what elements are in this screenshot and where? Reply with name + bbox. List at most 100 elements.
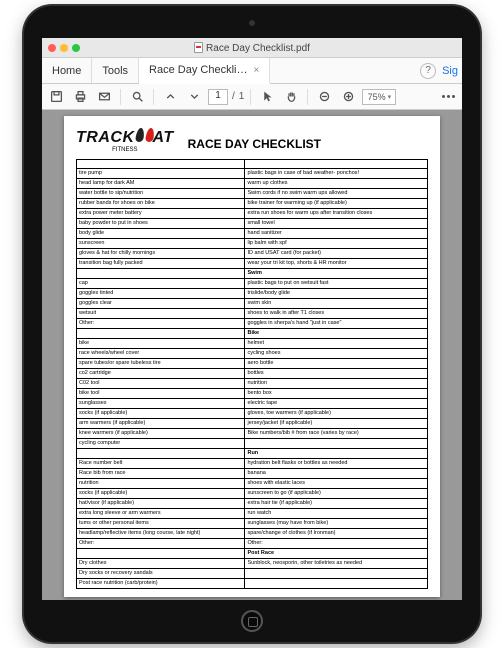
tab-home[interactable]: Home <box>42 58 92 83</box>
checklist-cell-right: extra hair tie (if applicable) <box>245 499 428 509</box>
table-row: goggles clearswim skin <box>77 299 428 309</box>
print-icon <box>74 90 87 103</box>
checklist-cell-right: small towel <box>245 219 428 229</box>
checklist-cell-right: nutrition <box>245 379 428 389</box>
zoom-out-button[interactable] <box>314 87 334 107</box>
checklist-cell-right: aero bottle <box>245 359 428 369</box>
email-button[interactable] <box>94 87 114 107</box>
checklist-cell-right: helmet <box>245 339 428 349</box>
checklist-cell-right: Post Race <box>245 549 428 559</box>
save-button[interactable] <box>46 87 66 107</box>
next-page-button[interactable] <box>184 87 204 107</box>
tablet-camera <box>249 20 255 26</box>
tab-home-label: Home <box>52 65 81 77</box>
checklist-cell-right <box>245 579 428 589</box>
checklist-cell-right <box>245 569 428 579</box>
table-row: Race bib from racebanana <box>77 469 428 479</box>
table-row: arm warmers (if applicable)jersey/jacket… <box>77 419 428 429</box>
table-row: Run <box>77 449 428 459</box>
table-row: Other:goggles in sherpa's hand "just in … <box>77 319 428 329</box>
checklist-cell-left: knee warmers (if applicable) <box>77 429 245 439</box>
prev-page-button[interactable] <box>160 87 180 107</box>
table-row: Dry socks or recovery sandals <box>77 569 428 579</box>
cursor-icon <box>261 90 274 103</box>
table-row: cycling computer <box>77 439 428 449</box>
checklist-cell-left: headlamp/reflective items (long course, … <box>77 529 245 539</box>
sign-in-link[interactable]: Sig <box>442 65 462 77</box>
checklist-cell-left: tums or other personal items <box>77 519 245 529</box>
help-button[interactable]: ? <box>420 63 436 79</box>
checklist-table: tire pumpplastic bags in case of bad wea… <box>76 159 428 589</box>
zoom-in-button[interactable] <box>338 87 358 107</box>
checklist-cell-right: plastic bags in case of bad weather- pon… <box>245 169 428 179</box>
page-number-input[interactable]: 1 <box>208 89 228 105</box>
flame-icon <box>136 126 154 142</box>
more-tools-button[interactable] <box>438 87 458 107</box>
table-row: headlamp/reflective items (long course, … <box>77 529 428 539</box>
table-row: capplastic bags to put on wetsuit fast <box>77 279 428 289</box>
table-row: transition bag fully packedwear your tri… <box>77 259 428 269</box>
table-row: Post race nutrition (carb/protein) <box>77 579 428 589</box>
document-viewport[interactable]: TRACK AT FITNESS RACE DAY CHECKLIST tire… <box>42 110 462 600</box>
tab-tools[interactable]: Tools <box>92 58 139 83</box>
table-row: rubber bands for shoes on bikebike train… <box>77 199 428 209</box>
help-icon-label: ? <box>425 65 431 76</box>
table-row: Bike <box>77 329 428 339</box>
checklist-cell-right: shoes to walk in after T1 closes <box>245 309 428 319</box>
table-row: body glidehand sanitizer <box>77 229 428 239</box>
email-icon <box>98 90 111 103</box>
checklist-cell-right: extra run shoes for warm ups after trans… <box>245 209 428 219</box>
checklist-cell-right: bike trainer for warming up (if applicab… <box>245 199 428 209</box>
print-button[interactable] <box>70 87 90 107</box>
hand-tool-button[interactable] <box>281 87 301 107</box>
page-current: 1 <box>215 90 221 101</box>
table-row: water bottle to sip/nutritionSwim cords … <box>77 189 428 199</box>
checklist-cell-right: electric tape <box>245 399 428 409</box>
checklist-cell-right: sunscreen to go (if applicable) <box>245 489 428 499</box>
checklist-cell-left: sunglasses <box>77 399 245 409</box>
separator <box>307 89 308 105</box>
brand-logo: TRACK AT FITNESS <box>76 126 174 153</box>
logo-cat: AT <box>153 129 174 147</box>
checklist-cell-left: cycling computer <box>77 439 245 449</box>
table-row: co2 cartridgebottles <box>77 369 428 379</box>
checklist-cell-right: Swim cords if no swim warm ups allowed <box>245 189 428 199</box>
zoom-level-select[interactable]: 75% ▾ <box>362 89 396 105</box>
checklist-cell-left: extra power meter battery <box>77 209 245 219</box>
checklist-cell-right: plastic bags to put on wetsuit fast <box>245 279 428 289</box>
checklist-cell-left: goggles clear <box>77 299 245 309</box>
table-row: knee warmers (if applicable)Bike numbers… <box>77 429 428 439</box>
checklist-cell-right: ID and USAT card (for packet) <box>245 249 428 259</box>
table-row: race wheels/wheel covercycling shoes <box>77 349 428 359</box>
table-row: extra long sleeve or arm warmersrun watc… <box>77 509 428 519</box>
tab-document[interactable]: Race Day Checkli… × <box>139 58 270 84</box>
checklist-cell-left <box>77 549 245 559</box>
tablet-home-button[interactable] <box>241 610 263 632</box>
checklist-cell-right: jersey/jacket (if applicable) <box>245 419 428 429</box>
selection-tool-button[interactable] <box>257 87 277 107</box>
checklist-cell-right: Bike <box>245 329 428 339</box>
checklist-cell-left: Dry socks or recovery sandals <box>77 569 245 579</box>
table-row: head lamp for dark AMwarm up clothes <box>77 179 428 189</box>
chevron-up-icon <box>164 90 177 103</box>
checklist-cell-left: race wheels/wheel cover <box>77 349 245 359</box>
table-row: sunglasseselectric tape <box>77 399 428 409</box>
checklist-cell-left <box>77 329 245 339</box>
plus-circle-icon <box>342 90 355 103</box>
checklist-cell-left: baby powder to put in shoes <box>77 219 245 229</box>
pdf-page: TRACK AT FITNESS RACE DAY CHECKLIST tire… <box>64 116 440 597</box>
pdf-toolbar: 1 / 1 75% ▾ <box>42 84 462 110</box>
find-button[interactable] <box>127 87 147 107</box>
document-title: RACE DAY CHECKLIST <box>188 137 321 151</box>
hand-icon <box>285 90 298 103</box>
checklist-cell-left: Post race nutrition (carb/protein) <box>77 579 245 589</box>
tab-document-label: Race Day Checkli… <box>149 64 247 76</box>
checklist-cell-right: Bike numbers/bib # from race (varies by … <box>245 429 428 439</box>
close-tab-icon[interactable]: × <box>253 65 259 76</box>
window-titlebar: Race Day Checklist.pdf <box>42 38 462 58</box>
checklist-cell-left <box>77 269 245 279</box>
separator <box>250 89 251 105</box>
checklist-cell-left: Race bib from race <box>77 469 245 479</box>
table-row: bikehelmet <box>77 339 428 349</box>
checklist-cell-left: sunscreen <box>77 239 245 249</box>
